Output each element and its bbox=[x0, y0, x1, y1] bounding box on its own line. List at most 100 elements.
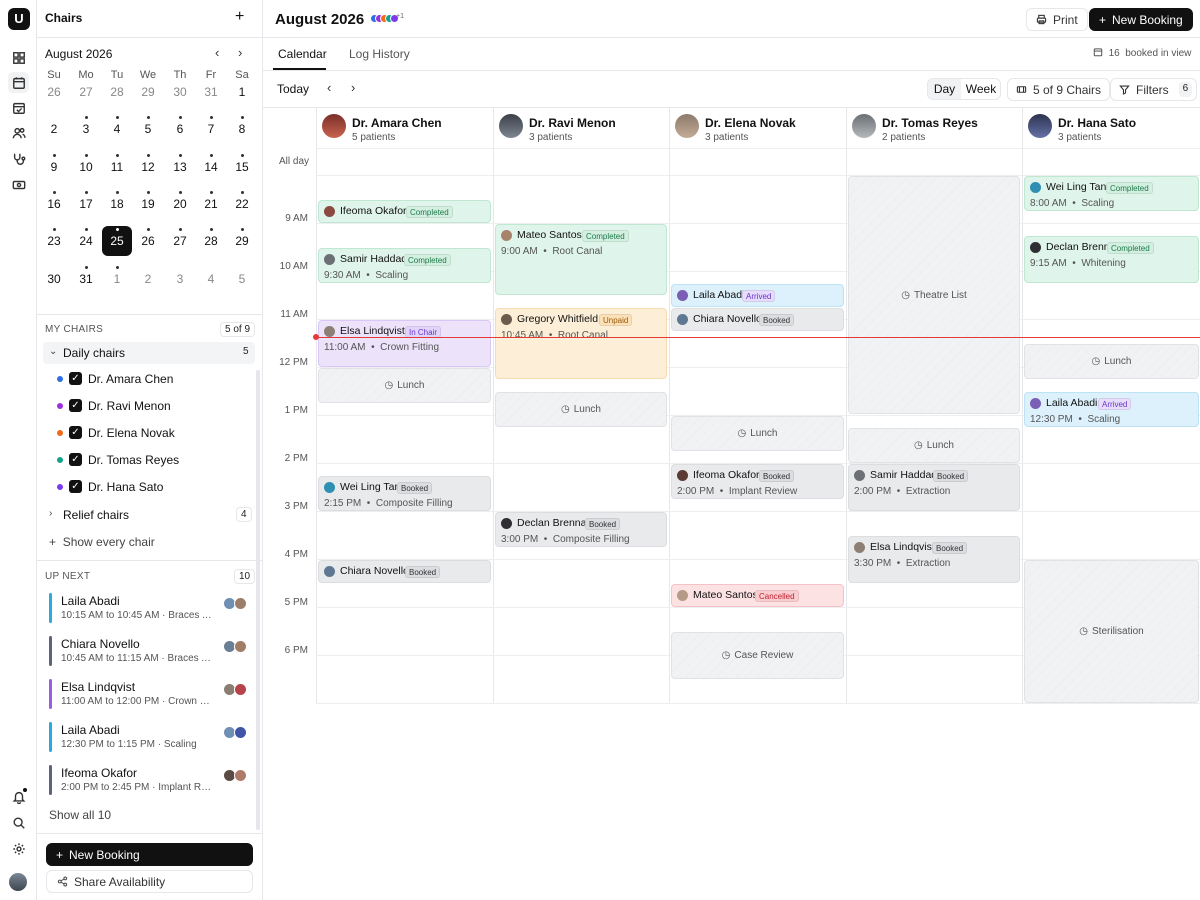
doctor-column-header[interactable]: Dr. Tomas Reyes 2 patients bbox=[846, 114, 1016, 148]
view-week-button[interactable]: Week bbox=[961, 79, 1001, 99]
calendar-day[interactable]: 7 bbox=[196, 114, 226, 144]
sterilisation-block[interactable]: ◷ Sterilisation bbox=[1024, 560, 1199, 703]
calendar-day[interactable]: 28 bbox=[196, 226, 226, 256]
patients-icon[interactable] bbox=[8, 122, 29, 143]
checkbox-checked-icon[interactable]: ✓ bbox=[69, 480, 82, 493]
show-every-chair-button[interactable]: + Show every chair bbox=[49, 535, 155, 549]
relief-chairs-group[interactable]: › Relief chairs 4 bbox=[43, 504, 255, 526]
doctor-column-header[interactable]: Dr. Ravi Menon 3 patients bbox=[493, 114, 663, 148]
share-availability-button[interactable]: Share Availability bbox=[46, 870, 253, 893]
tab-calendar[interactable]: Calendar bbox=[278, 47, 327, 61]
show-all-link[interactable]: Show all 10 bbox=[49, 808, 111, 822]
appointment-card[interactable]: Ifeoma Okafor Booked 2:00 PM • Implant Rev… bbox=[671, 464, 844, 499]
doctor-column-header[interactable]: Dr. Hana Sato 3 patients bbox=[1022, 114, 1192, 148]
calendar-day[interactable]: 1 bbox=[227, 77, 257, 107]
calendar-day[interactable]: 30 bbox=[165, 77, 195, 107]
calendar-day[interactable]: 2 bbox=[133, 264, 163, 294]
prev-day-button[interactable]: ‹ bbox=[327, 80, 331, 95]
lunch-block[interactable]: ◷ Lunch bbox=[671, 416, 844, 451]
calendar-day[interactable]: 4 bbox=[102, 114, 132, 144]
calendar-day[interactable]: 4 bbox=[196, 264, 226, 294]
chairs-filter-button[interactable]: 5 of 9 Chairs bbox=[1007, 78, 1111, 101]
calendar-day[interactable]: 12 bbox=[133, 152, 163, 182]
calendar-day[interactable]: 6 bbox=[165, 114, 195, 144]
calendar-day[interactable]: 20 bbox=[165, 189, 195, 219]
calendar-day[interactable]: 15 bbox=[227, 152, 257, 182]
calendar-icon[interactable] bbox=[8, 72, 29, 93]
calendar-day[interactable]: 26 bbox=[39, 77, 69, 107]
appointment-card[interactable]: Samir Haddad Completed 9:30 AM • Scaling bbox=[318, 248, 491, 283]
calendar-day[interactable]: 17 bbox=[71, 189, 101, 219]
add-chair-button[interactable]: + bbox=[235, 8, 244, 26]
calendar-day[interactable]: 18 bbox=[102, 189, 132, 219]
calendar-day[interactable]: 28 bbox=[102, 77, 132, 107]
appointment-card[interactable]: Ifeoma Okafor Completed bbox=[318, 200, 491, 223]
calendar-day[interactable]: 23 bbox=[39, 226, 69, 256]
appointment-card[interactable]: Chiara Novello Booked bbox=[318, 560, 491, 583]
calendar-day[interactable]: 22 bbox=[227, 189, 257, 219]
up-next-item[interactable]: Ifeoma Okafor 2:00 PM to 2:45 PM · Implan… bbox=[49, 765, 249, 799]
calendar-day[interactable]: 30 bbox=[39, 264, 69, 294]
billing-icon[interactable] bbox=[8, 174, 29, 195]
prev-month-button[interactable]: ‹ bbox=[215, 45, 219, 60]
calendar-day[interactable]: 5 bbox=[133, 114, 163, 144]
filters-button[interactable]: Filters 6 bbox=[1110, 78, 1198, 101]
calendar-day[interactable]: 29 bbox=[227, 226, 257, 256]
sidebar-new-booking-button[interactable]: + New Booking bbox=[46, 843, 253, 866]
calendar-day[interactable]: 16 bbox=[39, 189, 69, 219]
case-review-block[interactable]: ◷ Case Review bbox=[671, 632, 844, 679]
calendar-day[interactable]: 2 bbox=[39, 114, 69, 144]
doctor-column-header[interactable]: Dr. Amara Chen 5 patients bbox=[316, 114, 486, 148]
next-day-button[interactable]: › bbox=[351, 80, 355, 95]
calendar-day[interactable]: 5 bbox=[227, 264, 257, 294]
appointment-card[interactable]: Samir Haddad Booked 2:00 PM • Extraction bbox=[848, 464, 1020, 511]
logo[interactable]: U bbox=[8, 8, 30, 30]
dashboard-icon[interactable] bbox=[8, 47, 29, 68]
appointment-card[interactable]: Elsa Lindqvist In Chair 11:00 AM • Crown F… bbox=[318, 320, 491, 367]
appointment-card[interactable]: Declan Brennan Booked 3:00 PM • Composite … bbox=[495, 512, 667, 547]
appointment-card[interactable]: Wei Ling Tan Booked 2:15 PM • Composite Fi… bbox=[318, 476, 491, 511]
schedule-icon[interactable] bbox=[8, 97, 29, 118]
sidebar-scrollbar[interactable] bbox=[256, 370, 260, 830]
appointment-card[interactable]: Declan Brennan Completed 9:15 AM • Whiteni… bbox=[1024, 236, 1199, 283]
appointment-card[interactable]: Chiara Novello Booked bbox=[671, 308, 844, 331]
search-icon[interactable] bbox=[8, 812, 29, 833]
appointment-card[interactable]: Laila Abadi Arrived bbox=[671, 284, 844, 307]
calendar-day[interactable]: 19 bbox=[133, 189, 163, 219]
up-next-item[interactable]: Elsa Lindqvist 11:00 AM to 12:00 PM · Cro… bbox=[49, 679, 249, 713]
doctor-column-header[interactable]: Dr. Elena Novak 3 patients bbox=[669, 114, 839, 148]
up-next-item[interactable]: Chiara Novello 10:45 AM to 11:15 AM · Bra… bbox=[49, 636, 249, 670]
calendar-day[interactable]: 11 bbox=[102, 152, 132, 182]
calendar-day[interactable]: 31 bbox=[196, 77, 226, 107]
calendar-day[interactable]: 9 bbox=[39, 152, 69, 182]
user-avatar[interactable] bbox=[9, 873, 27, 891]
lunch-block[interactable]: ◷ Lunch bbox=[848, 428, 1020, 463]
calendar-day[interactable]: 21 bbox=[196, 189, 226, 219]
calendar-day[interactable]: 31 bbox=[71, 264, 101, 294]
checkbox-checked-icon[interactable]: ✓ bbox=[69, 372, 82, 385]
tab-log-history[interactable]: Log History bbox=[349, 47, 410, 61]
calendar-day[interactable]: 14 bbox=[196, 152, 226, 182]
calendar-day[interactable]: 8 bbox=[227, 114, 257, 144]
lunch-block[interactable]: ◷ Lunch bbox=[1024, 344, 1199, 379]
calendar-day[interactable]: 1 bbox=[102, 264, 132, 294]
lunch-block[interactable]: ◷ Lunch bbox=[318, 368, 491, 403]
next-month-button[interactable]: › bbox=[238, 45, 242, 60]
checkbox-checked-icon[interactable]: ✓ bbox=[69, 399, 82, 412]
calendar-day[interactable]: 10 bbox=[71, 152, 101, 182]
print-button[interactable]: Print bbox=[1026, 8, 1088, 31]
appointment-card[interactable]: Gregory Whitfield Unpaid 10:45 AM • Root C… bbox=[495, 308, 667, 379]
appointment-card[interactable]: Wei Ling Tan Completed 8:00 AM • Scaling bbox=[1024, 176, 1199, 211]
calendar-day[interactable]: 27 bbox=[165, 226, 195, 256]
stethoscope-icon[interactable] bbox=[8, 148, 29, 169]
theatre-list-block[interactable]: ◷ Theatre List bbox=[848, 176, 1020, 414]
notifications-icon[interactable] bbox=[8, 786, 29, 807]
up-next-item[interactable]: Laila Abadi 12:30 PM to 1:15 PM · Scaling bbox=[49, 722, 249, 756]
up-next-item[interactable]: Laila Abadi 10:15 AM to 10:45 AM · Braces… bbox=[49, 593, 249, 627]
view-day-button[interactable]: Day bbox=[928, 79, 961, 99]
calendar-day[interactable]: 3 bbox=[71, 114, 101, 144]
checkbox-checked-icon[interactable]: ✓ bbox=[69, 453, 82, 466]
daily-chairs-group[interactable]: ⌄ Daily chairs 5 bbox=[43, 342, 255, 364]
calendar-day[interactable]: 24 bbox=[71, 226, 101, 256]
calendar-day[interactable]: 25 bbox=[102, 226, 132, 256]
